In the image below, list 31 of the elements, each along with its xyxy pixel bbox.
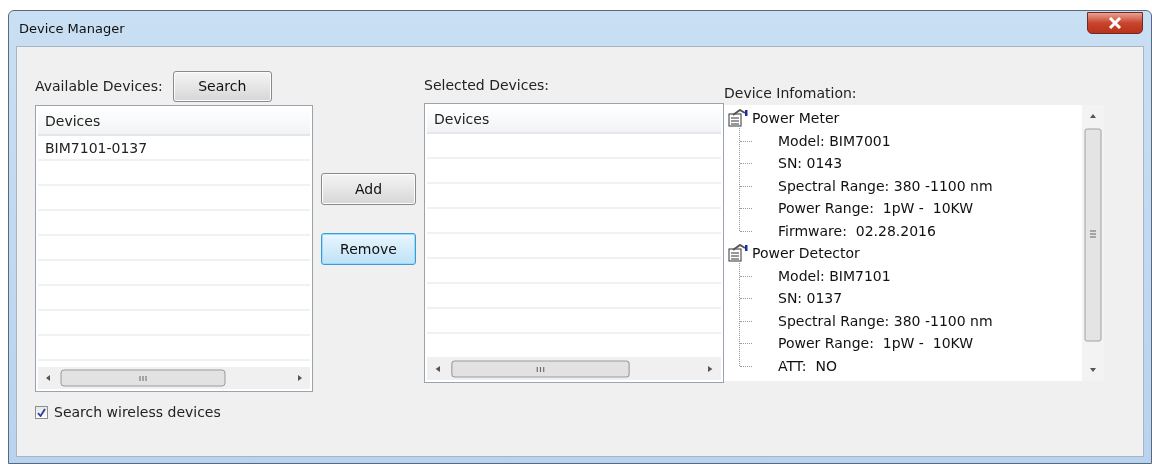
tree-item[interactable]: Spectral Range: 380 -1100 nm xyxy=(778,312,993,329)
checkbox[interactable] xyxy=(35,405,48,419)
close-button[interactable] xyxy=(1087,11,1143,34)
tree-node[interactable]: Power Meter xyxy=(752,110,840,127)
window-title: Device Manager xyxy=(19,21,125,36)
checkbox-label: Search wireless devices xyxy=(54,404,221,420)
tree-node[interactable]: Power Detector xyxy=(752,245,860,262)
device-information-label: Device Infomation: xyxy=(724,85,857,103)
tree-item[interactable]: Model: BIM7101 xyxy=(778,267,891,284)
action-button[interactable]: Add xyxy=(321,173,416,205)
tree-item[interactable]: SN: 0143 xyxy=(778,155,843,172)
search-button[interactable]: Search xyxy=(172,70,272,102)
tree-item[interactable]: Model: BIM7001 xyxy=(778,132,891,149)
action-button[interactable]: Remove xyxy=(321,233,416,265)
tree-item[interactable]: Power Range: 1pW - 10KW xyxy=(778,335,974,352)
device-list[interactable]: Devices BIM7101-0137 xyxy=(35,105,313,392)
tree-item[interactable]: Spectral Range: 380 -1100 nm xyxy=(778,177,993,194)
wireless-checkbox[interactable]: Search wireless devices xyxy=(35,404,313,420)
tree-item[interactable]: Firmware: 02.28.2016 xyxy=(778,222,936,239)
device-properties-icon xyxy=(728,244,748,263)
selected-devices-label: Selected Devices: xyxy=(424,77,550,93)
device-list[interactable]: Devices xyxy=(424,103,724,383)
tree-item[interactable]: ATT: NO xyxy=(778,357,837,374)
horizontal-scrollbar[interactable] xyxy=(38,367,310,389)
close-icon xyxy=(1107,16,1123,29)
tree-item[interactable]: Power Range: 1pW - 10KW xyxy=(778,200,974,217)
device-row[interactable]: BIM7101-0137 xyxy=(38,136,310,161)
available-devices-label: Available Devices: xyxy=(35,78,163,94)
device-properties-icon xyxy=(728,109,748,128)
tree-item[interactable]: SN: 0137 xyxy=(778,290,843,307)
horizontal-scrollbar[interactable] xyxy=(427,358,721,380)
